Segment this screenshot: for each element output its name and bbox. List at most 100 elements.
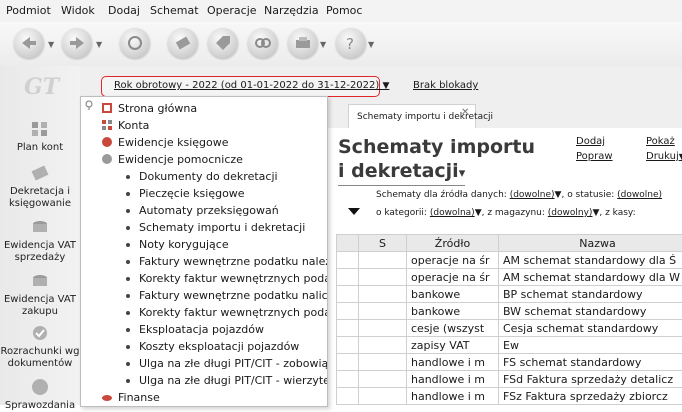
lock-status-link[interactable]: Brak blokady <box>413 80 478 91</box>
nav-subitem[interactable]: Automaty przeksięgowań <box>81 202 327 219</box>
table-row[interactable]: handlowe i mFSz Faktura sprzedaży zbiorc… <box>337 388 682 405</box>
table-cell <box>337 269 359 286</box>
table-cell-nazwa: BW schemat standardowy <box>499 303 682 320</box>
sidebar-item-rozrachunki[interactable]: Rozrachunki wg dokumentów <box>0 322 80 370</box>
help-icon[interactable]: ? <box>336 28 366 58</box>
add-button[interactable]: Dodaj <box>576 136 605 147</box>
menu-narzedzia[interactable]: Narzędzia <box>264 4 319 17</box>
nav-subitem[interactable]: Noty korygujące <box>81 236 327 253</box>
table-cell-zrodlo: handlowe i m <box>407 388 499 405</box>
nav-item-finanse[interactable]: Finanse <box>81 389 327 406</box>
nav-item-konta[interactable]: Konta <box>81 117 327 134</box>
filter-warehouse-value[interactable]: (dowolny) <box>548 208 593 218</box>
nav-subitem[interactable]: Dokumenty do dekretacji <box>81 168 327 185</box>
tag-icon[interactable] <box>208 28 238 58</box>
refresh-icon[interactable] <box>120 28 150 58</box>
forward-icon[interactable] <box>62 28 92 58</box>
back-icon[interactable] <box>14 28 44 58</box>
print-button[interactable]: Drukuj▼ <box>646 151 682 162</box>
sidebar-item-sprawozdania[interactable]: Sprawozdania <box>0 376 80 412</box>
nav-subitem[interactable]: Schematy importu i dekretacji <box>81 219 327 236</box>
show-button[interactable]: Pokaż <box>646 136 675 147</box>
nav-subitem[interactable]: Pieczęcie księgowe <box>81 185 327 202</box>
nav-item-ewidencje-ksiegowe[interactable]: Ewidencje księgowe <box>81 134 327 151</box>
print-icon[interactable] <box>288 28 318 58</box>
menu-podmiot[interactable]: Podmiot <box>6 4 51 17</box>
column-header-select[interactable] <box>337 235 359 252</box>
column-header-zrodlo[interactable]: Źródło <box>407 235 499 252</box>
table-cell-nazwa: FS schemat standardowy <box>499 354 682 371</box>
fiscal-year-label: Rok obrotowy - 2022 (od 01-01-2022 do 31… <box>114 80 389 91</box>
sidebar-item-label: Dekretacja i księgowanie <box>9 186 71 209</box>
filter-source-value[interactable]: (dowolne) <box>510 190 555 200</box>
nav-item-label: Koszty eksploatacji pojazdów <box>139 340 299 353</box>
nav-subitem[interactable]: Ulga na złe długi PIT/CIT - wierzytelnc <box>81 372 327 389</box>
nav-subitem[interactable]: Korekty faktur wewnętrznych podatk <box>81 270 327 287</box>
table-row[interactable]: bankoweBW schemat standardowy <box>337 303 682 320</box>
menu-pomoc[interactable]: Pomoc <box>326 4 362 17</box>
table-cell-nazwa: FSd Faktura sprzedaży detalicz <box>499 371 682 388</box>
menu-bar: Podmiot Widok Dodaj Schemat Operacje Nar… <box>0 0 682 23</box>
menu-schemat[interactable]: Schemat <box>150 4 199 17</box>
nav-item-ewidencje-pomocnicze[interactable]: Ewidencje pomocnicze <box>81 151 327 168</box>
table-row[interactable]: operacje na śrAM schemat standardowy dla… <box>337 252 682 269</box>
nav-item-label: Ewidencje pomocnicze <box>118 153 243 166</box>
table-cell <box>359 371 407 388</box>
table-row[interactable]: cesje (wszystCesja schemat standardowy <box>337 320 682 337</box>
column-header-s[interactable]: S <box>359 235 407 252</box>
eraser-icon[interactable] <box>168 28 198 58</box>
nav-subitem[interactable]: Faktury wewnętrzne podatku należne <box>81 253 327 270</box>
nav-subitem[interactable]: Korekty faktur wewnętrznych podatk <box>81 304 327 321</box>
print-label: Drukuj <box>646 151 679 162</box>
link-icon[interactable] <box>248 28 278 58</box>
table-cell <box>337 354 359 371</box>
nav-subitem[interactable]: Ulga na złe długi PIT/CIT - zobowiąza <box>81 355 327 372</box>
expand-filters-icon[interactable] <box>348 208 360 215</box>
nav-item-strona-glowna[interactable]: Strona główna <box>81 100 327 117</box>
edit-button[interactable]: Popraw <box>576 151 613 162</box>
menu-dodaj[interactable]: Dodaj <box>108 4 140 17</box>
sidebar-item-dekretacja[interactable]: Dekretacja i księgowanie <box>0 162 80 210</box>
home-icon <box>101 102 113 114</box>
bullet-icon <box>126 209 130 213</box>
ewidencje-pomocnicze-icon <box>101 153 113 165</box>
chevron-down-icon: ▼ <box>382 81 389 91</box>
nav-item-label: Strona główna <box>118 102 197 115</box>
table-row[interactable]: zapisy VATEw <box>337 337 682 354</box>
table-cell-nazwa: AM schemat standardowy dla Ś <box>499 252 682 269</box>
filter-status-value[interactable]: (dowolne) <box>617 190 662 200</box>
forward-dropdown-icon[interactable]: ▼ <box>96 40 102 49</box>
sidebar-item-label: Plan kont <box>17 142 63 153</box>
nav-subitem[interactable]: Faktury wewnętrzne podatku naliczor <box>81 287 327 304</box>
sidebar-item-vat-sprzedazy[interactable]: Ewidencja VAT sprzedaży <box>0 216 80 264</box>
back-dropdown-icon[interactable]: ▼ <box>48 40 54 49</box>
table-row[interactable]: operacje na śrAM schemat standardowy dla… <box>337 269 682 286</box>
page-title-line2[interactable]: i dekretacji▾ <box>338 160 465 186</box>
menu-operacje[interactable]: Operacje <box>207 4 257 17</box>
nav-subitem[interactable]: Koszty eksploatacji pojazdów <box>81 338 327 355</box>
table-cell <box>359 286 407 303</box>
tab-schematy[interactable]: Schematy importu i dekretacji ✕ <box>348 104 476 129</box>
table-cell-zrodlo: bankowe <box>407 303 499 320</box>
filter-row-source: Schematy dla źródła danych: (dowolne)▼, … <box>376 190 662 200</box>
table-row[interactable]: handlowe i mFSd Faktura sprzedaży detali… <box>337 371 682 388</box>
fiscal-year-selector[interactable]: Rok obrotowy - 2022 (od 01-01-2022 do 31… <box>101 76 380 97</box>
filter-category-value[interactable]: (dowolna) <box>430 208 475 218</box>
menu-widok[interactable]: Widok <box>61 4 95 17</box>
print-dropdown-icon[interactable]: ▼ <box>320 40 326 49</box>
sidebar-item-vat-zakupu[interactable]: Ewidencja VAT zakupu <box>0 270 80 318</box>
table-header-row: S Źródło Nazwa <box>337 235 682 252</box>
vat-zakupu-icon <box>29 270 51 292</box>
chevron-down-icon[interactable]: ▼ <box>475 208 482 218</box>
column-header-nazwa[interactable]: Nazwa <box>499 235 682 252</box>
bullet-icon <box>126 226 130 230</box>
nav-subitem[interactable]: Eksploatacja pojazdów <box>81 321 327 338</box>
sidebar-item-plan-kont[interactable]: Plan kont <box>0 118 80 154</box>
sidebar-item-label: Ewidencja VAT sprzedaży <box>4 240 76 263</box>
table-row[interactable]: handlowe i mFS schemat standardowy <box>337 354 682 371</box>
close-icon[interactable]: ✕ <box>461 107 469 118</box>
table-row[interactable]: bankoweBP schemat standardowy <box>337 286 682 303</box>
help-dropdown-icon[interactable]: ▼ <box>368 40 374 49</box>
schemes-table: S Źródło Nazwa operacje na śrAM schemat … <box>336 234 682 405</box>
bullet-icon <box>126 311 130 315</box>
